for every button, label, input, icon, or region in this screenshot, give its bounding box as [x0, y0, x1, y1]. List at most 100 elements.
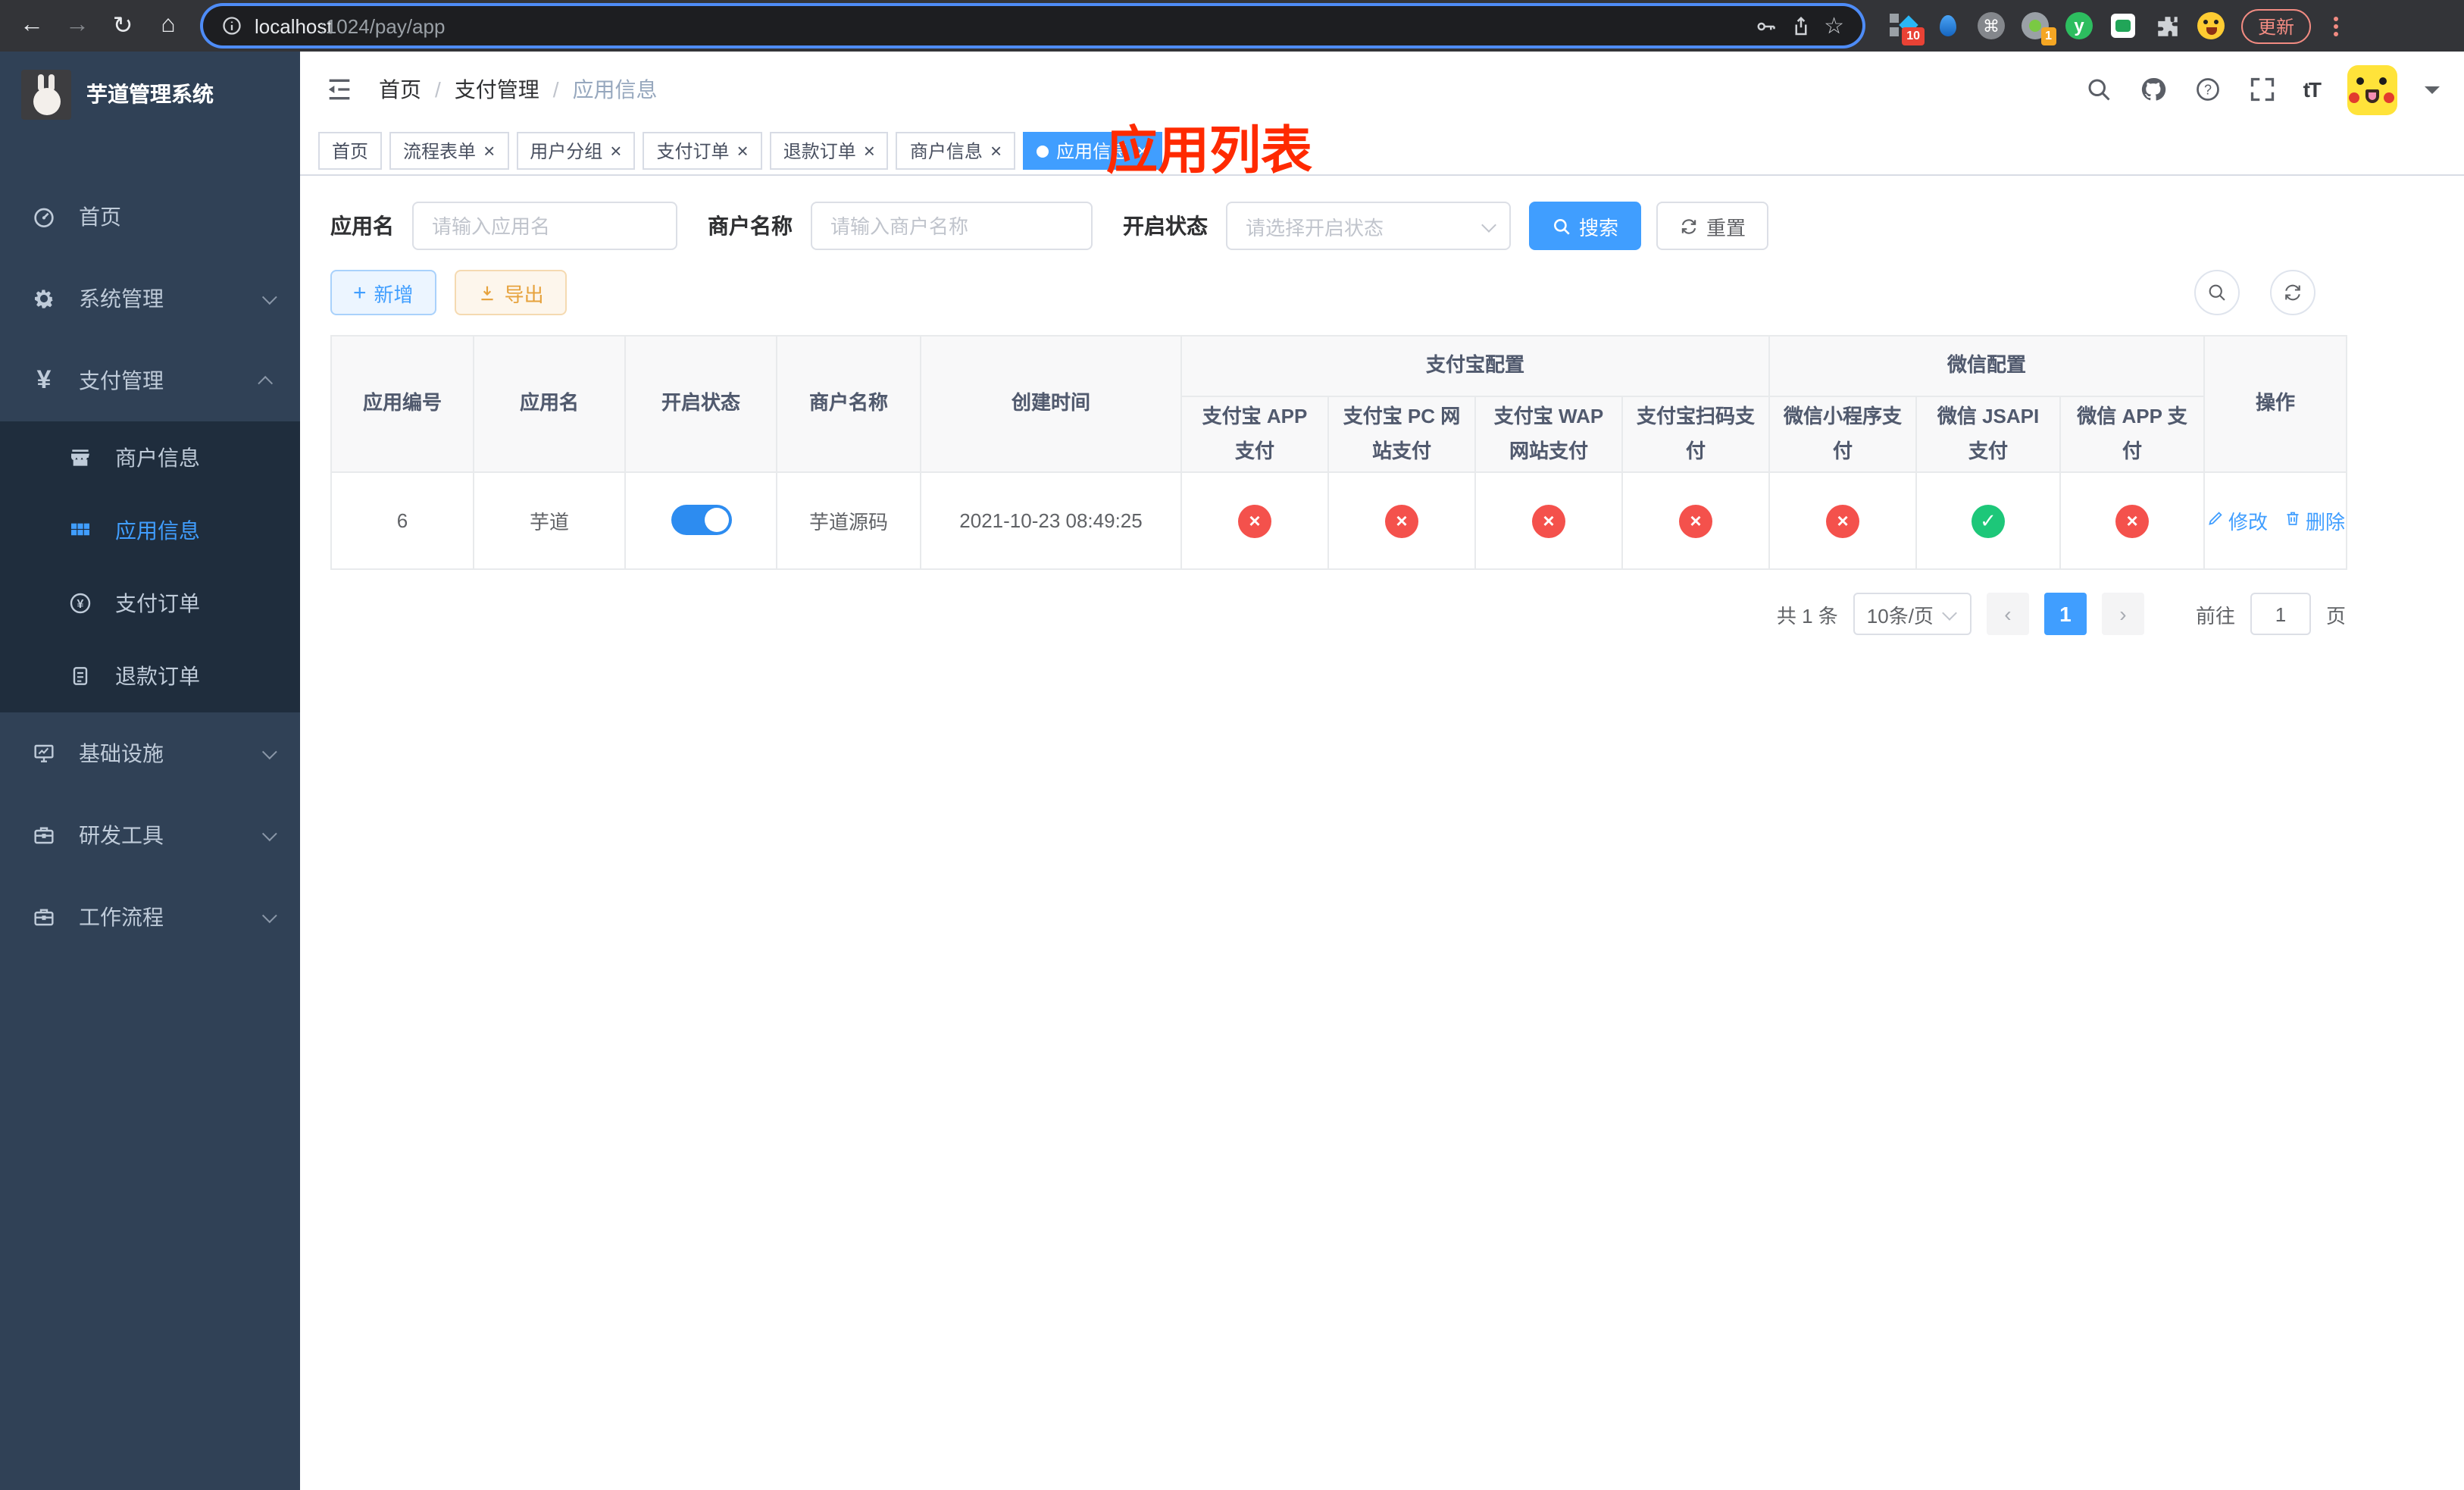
sidebar: 芋道管理系统 首页系统管理 ¥ 支付管理商户信息应用信息 ¥ 支付订单退款订单基础设施研… [0, 52, 300, 1490]
blocker-extension-icon[interactable]: 10 [1890, 12, 1925, 45]
sidebar-item-workflow[interactable]: 工作流程 [0, 876, 300, 958]
chat-extension-icon[interactable] [2109, 12, 2137, 39]
browser-home-button[interactable]: ⌂ [149, 6, 188, 45]
export-button[interactable]: 导出 [454, 270, 567, 315]
browser-forward-button[interactable]: → [58, 6, 97, 45]
balloon-extension-icon[interactable] [1934, 12, 1961, 39]
close-icon[interactable]: × [610, 141, 621, 161]
sidebar-item-app-info[interactable]: 应用信息 [0, 494, 300, 567]
cell-pay-status: × [1474, 471, 1623, 570]
breadcrumb: 首页 / 支付管理 / 应用信息 [379, 74, 658, 105]
cell-operations: 修改 删除 [2203, 471, 2348, 570]
yen-circle-icon: ¥ [67, 590, 94, 617]
header-search-icon[interactable] [2085, 76, 2112, 103]
goto-page-input[interactable] [2250, 593, 2311, 635]
caret-down-icon[interactable] [2425, 86, 2440, 101]
sidebar-item-pay-order[interactable]: ¥ 支付订单 [0, 567, 300, 640]
refresh-button[interactable] [2270, 270, 2315, 315]
chevron-down-icon [261, 825, 277, 841]
browser-reload-button[interactable]: ↻ [103, 6, 142, 45]
sidebar-item-system-management[interactable]: 系统管理 [0, 258, 300, 340]
sidebar-item-merchant-info[interactable]: 商户信息 [0, 421, 300, 494]
bookmark-star-icon[interactable]: ☆ [1824, 12, 1844, 39]
profile-avatar-icon[interactable] [2197, 12, 2225, 39]
merchant-name-label: 商户名称 [708, 214, 793, 238]
edit-pencil-icon [2206, 509, 2224, 532]
browser-menu-icon[interactable] [2328, 16, 2344, 36]
status-select[interactable]: 请选择开启状态 [1226, 202, 1511, 250]
briefcase-icon [30, 903, 58, 931]
prev-page-button[interactable]: ‹ [1986, 593, 2029, 635]
yen-icon: ¥ [36, 365, 52, 394]
browser-back-button[interactable]: ← [12, 6, 52, 45]
sidebar-item-label: 退款订单 [115, 664, 200, 688]
sidebar-item-payment-management[interactable]: ¥ 支付管理 [0, 340, 300, 421]
tab-process-form[interactable]: 流程表单 × [389, 132, 509, 170]
brand: 芋道管理系统 [0, 52, 300, 136]
edit-link[interactable]: 修改 [2206, 506, 2268, 535]
sidebar-item-label: 商户信息 [115, 446, 200, 470]
help-icon[interactable]: ? [2194, 76, 2222, 103]
info-icon[interactable] [221, 15, 242, 36]
enabled-toggle[interactable] [671, 505, 731, 535]
close-icon[interactable]: × [990, 141, 1002, 161]
submenu: 商户信息应用信息 ¥ 支付订单退款订单 [0, 421, 300, 712]
app-title: 芋道管理系统 [86, 82, 214, 106]
tab-home[interactable]: 首页 [318, 132, 383, 170]
close-icon[interactable]: × [483, 141, 495, 161]
reset-button[interactable]: 重置 [1656, 202, 1769, 250]
chrome-update-button[interactable]: 更新 [2241, 8, 2312, 43]
merchant-name-input[interactable] [811, 202, 1093, 250]
extensions-puzzle-icon[interactable] [2153, 12, 2181, 39]
cross-icon: × [1385, 504, 1418, 537]
total-count: 共 1 条 [1776, 604, 1838, 627]
toggle-search-button[interactable] [2194, 270, 2240, 315]
font-size-icon[interactable]: tT [2303, 77, 2322, 102]
delete-link[interactable]: 删除 [2283, 506, 2345, 535]
gear-icon [30, 285, 58, 312]
sidebar-fold-icon[interactable] [324, 74, 355, 105]
share-icon[interactable] [1789, 14, 1812, 37]
tab-refund-order[interactable]: 退款订单 × [769, 132, 889, 170]
tab-merchant-info[interactable]: 商户信息 × [896, 132, 1016, 170]
github-icon[interactable] [2140, 76, 2167, 103]
column-header: 创建时间 [920, 335, 1182, 473]
fullscreen-icon[interactable] [2249, 76, 2276, 103]
download-icon [480, 285, 493, 300]
column-header: 微信 APP 支付 [2059, 396, 2206, 473]
breadcrumb-item[interactable]: 支付管理 [455, 74, 539, 105]
sidebar-item-dev-tools[interactable]: 研发工具 [0, 794, 300, 876]
address-bar[interactable]: localhost:1024/pay/app ☆ [203, 6, 1862, 45]
search-button[interactable]: 搜索 [1529, 202, 1642, 250]
group-header: 支付宝配置 [1180, 335, 1771, 397]
sidebar-item-home[interactable]: 首页 [0, 176, 300, 258]
breadcrumb-item[interactable]: 首页 [379, 74, 421, 105]
active-dot-icon [1037, 145, 1049, 157]
command-extension-icon[interactable]: ⌘ [1978, 12, 2005, 39]
page-size-select[interactable]: 10条/页 [1853, 593, 1972, 635]
close-icon[interactable]: × [737, 141, 749, 161]
navbar: 首页 / 支付管理 / 应用信息 ? tT [300, 52, 2464, 127]
status-label: 开启状态 [1123, 214, 1208, 238]
tags-view: 首页 流程表单 × 用户分组 × 支付订单 × 退款订单 × 商户信息 × 应用信息 × [300, 127, 2464, 176]
page-number-button[interactable]: 1 [2043, 593, 2087, 635]
pagination: 共 1 条 10条/页 ‹ 1 › 前往 页 [330, 593, 2346, 635]
tab-label: 用户分组 [530, 141, 603, 162]
chevron-up-icon [258, 374, 274, 390]
breadcrumb-separator: / [435, 77, 441, 102]
tab-user-group[interactable]: 用户分组 × [516, 132, 636, 170]
next-page-button[interactable]: › [2101, 593, 2144, 635]
sidebar-item-infrastructure[interactable]: 基础设施 [0, 712, 300, 794]
sidebar-item-label: 系统管理 [79, 286, 164, 311]
password-key-icon[interactable] [1754, 14, 1777, 37]
close-icon[interactable]: × [864, 141, 875, 161]
sidebar-item-refund-order[interactable]: 退款订单 [0, 640, 300, 712]
tab-pay-order[interactable]: 支付订单 × [643, 132, 762, 170]
target-extension-icon[interactable]: 1 [2022, 12, 2056, 45]
add-button[interactable]: + 新增 [330, 270, 436, 315]
yuque-extension-icon[interactable]: y [2065, 12, 2093, 39]
user-avatar[interactable] [2347, 64, 2397, 114]
chevron-down-icon [261, 907, 277, 923]
app-name-input[interactable] [412, 202, 677, 250]
svg-text:¥: ¥ [77, 598, 84, 611]
